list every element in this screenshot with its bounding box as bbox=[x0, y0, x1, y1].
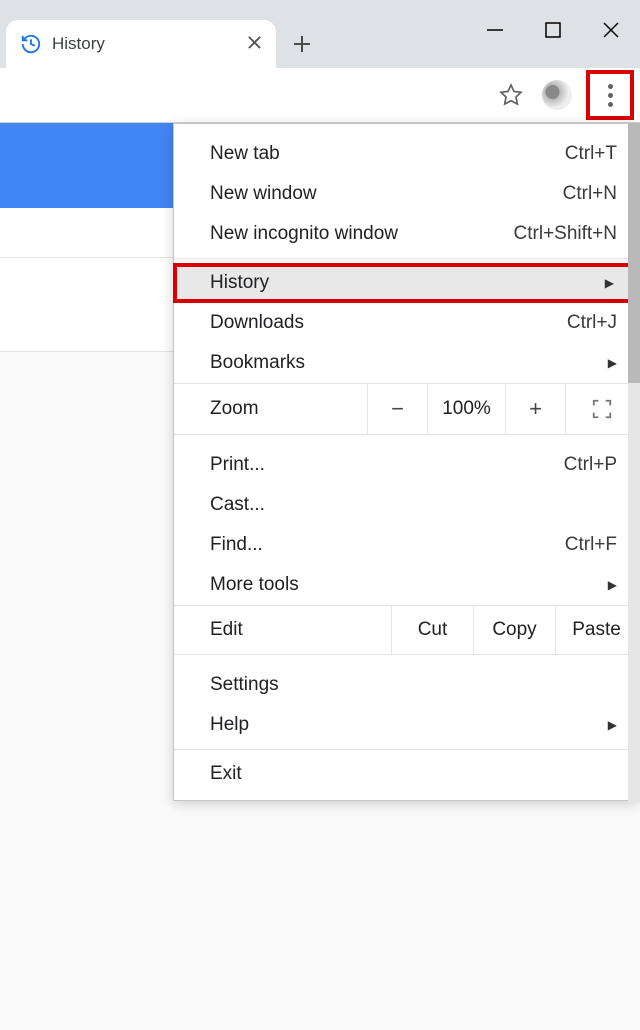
zoom-out-button[interactable]: − bbox=[367, 384, 427, 434]
zoom-value: 100% bbox=[427, 384, 505, 434]
chevron-right-icon: ▶ bbox=[608, 578, 617, 592]
tab-strip: History bbox=[0, 0, 640, 68]
zoom-label: Zoom bbox=[174, 398, 367, 420]
menu-downloads[interactable]: Downloads Ctrl+J bbox=[174, 303, 637, 343]
menu-print[interactable]: Print... Ctrl+P bbox=[174, 445, 637, 485]
close-tab-icon[interactable] bbox=[247, 33, 262, 56]
page-content: New tab Ctrl+T New window Ctrl+N New inc… bbox=[0, 123, 640, 802]
main-menu-button[interactable] bbox=[586, 70, 634, 120]
chevron-right-icon: ▶ bbox=[605, 276, 614, 290]
menu-new-tab[interactable]: New tab Ctrl+T bbox=[174, 134, 637, 174]
zoom-in-button[interactable]: + bbox=[505, 384, 565, 434]
menu-edit-row: Edit Cut Copy Paste bbox=[174, 605, 637, 655]
browser-tab[interactable]: History bbox=[6, 20, 276, 68]
avatar[interactable] bbox=[542, 80, 572, 110]
cut-button[interactable]: Cut bbox=[391, 606, 473, 654]
menu-more-tools[interactable]: More tools ▶ bbox=[174, 565, 637, 605]
menu-history[interactable]: History ▶ bbox=[173, 263, 638, 303]
minimize-button[interactable] bbox=[466, 5, 524, 55]
tab-title: History bbox=[52, 34, 237, 54]
scrollbar-thumb[interactable] bbox=[628, 123, 640, 383]
new-tab-button[interactable] bbox=[284, 26, 320, 62]
history-icon bbox=[20, 33, 42, 55]
edit-label: Edit bbox=[174, 619, 391, 641]
menu-bookmarks[interactable]: Bookmarks ▶ bbox=[174, 343, 637, 383]
menu-find[interactable]: Find... Ctrl+F bbox=[174, 525, 637, 565]
toolbar bbox=[0, 68, 640, 123]
vertical-scrollbar[interactable] bbox=[628, 123, 640, 802]
chevron-right-icon: ▶ bbox=[608, 718, 617, 732]
menu-cast[interactable]: Cast... bbox=[174, 485, 637, 525]
paste-button[interactable]: Paste bbox=[555, 606, 637, 654]
main-menu-dropdown: New tab Ctrl+T New window Ctrl+N New inc… bbox=[173, 123, 638, 801]
menu-exit[interactable]: Exit bbox=[174, 754, 637, 794]
fullscreen-button[interactable] bbox=[565, 384, 637, 434]
chevron-right-icon: ▶ bbox=[608, 356, 617, 370]
more-vert-icon bbox=[608, 84, 613, 107]
menu-help[interactable]: Help ▶ bbox=[174, 705, 637, 745]
copy-button[interactable]: Copy bbox=[473, 606, 555, 654]
close-window-button[interactable] bbox=[582, 5, 640, 55]
menu-zoom-row: Zoom − 100% + bbox=[174, 383, 637, 435]
bookmark-star-icon[interactable] bbox=[494, 78, 528, 112]
window-controls bbox=[466, 0, 640, 60]
menu-new-window[interactable]: New window Ctrl+N bbox=[174, 174, 637, 214]
maximize-button[interactable] bbox=[524, 5, 582, 55]
menu-settings[interactable]: Settings bbox=[174, 665, 637, 705]
menu-new-incognito[interactable]: New incognito window Ctrl+Shift+N bbox=[174, 214, 637, 254]
